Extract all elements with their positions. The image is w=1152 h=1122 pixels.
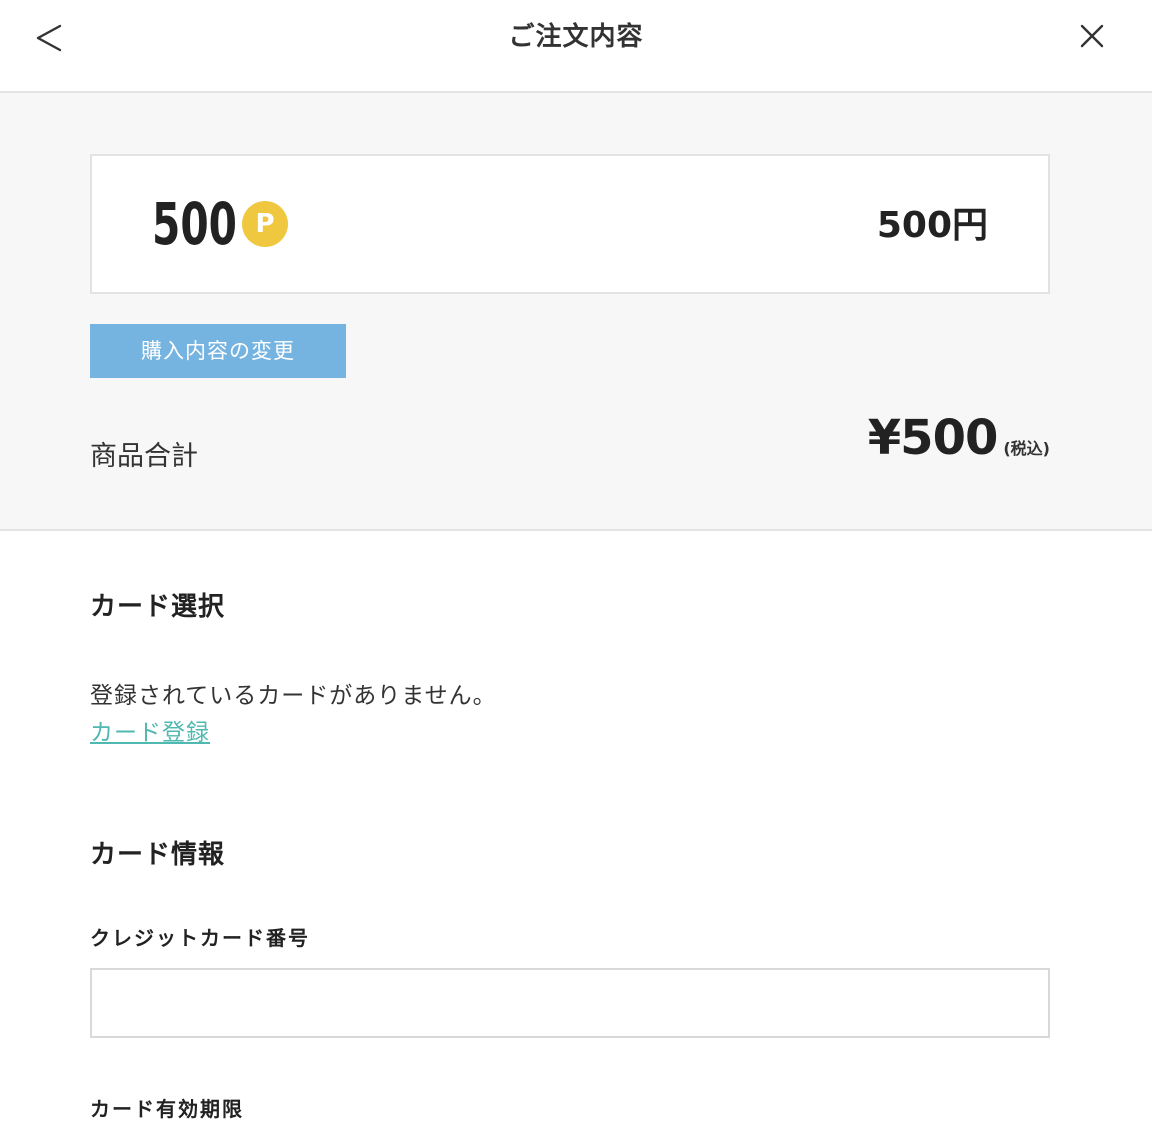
close-button[interactable] [1072, 16, 1112, 56]
page-title: ご注文内容 [508, 22, 644, 52]
card-register-link[interactable]: カード登録 [90, 715, 210, 751]
card-expiry-label: カード有効期限 [90, 1097, 244, 1121]
point-coin-icon: P [242, 201, 288, 247]
tax-included-note: (税込) [1003, 439, 1050, 458]
close-icon [1080, 24, 1104, 48]
subtotal-value: ¥500 (税込) [868, 406, 1050, 470]
card-select-title: カード選択 [90, 592, 226, 622]
no-card-message: 登録されているカードがありません。 [90, 683, 497, 709]
product-card: 500 P 500円 [90, 154, 1050, 294]
card-info-title: カード情報 [90, 840, 226, 870]
order-summary: 500 P 500円 購入内容の変更 商品合計 ¥500 (税込) [0, 93, 1152, 531]
card-number-label: クレジットカード番号 [90, 926, 310, 950]
point-badge-label: P [255, 209, 275, 239]
card-number-input[interactable] [90, 968, 1050, 1038]
subtotal-amount: ¥500 [867, 410, 999, 466]
points-amount: 500 [152, 190, 237, 258]
change-purchase-button[interactable]: 購入内容の変更 [90, 324, 346, 378]
product-price: 500円 [876, 205, 988, 246]
header-bar: ご注文内容 [0, 0, 1152, 93]
subtotal-label: 商品合計 [90, 441, 198, 472]
